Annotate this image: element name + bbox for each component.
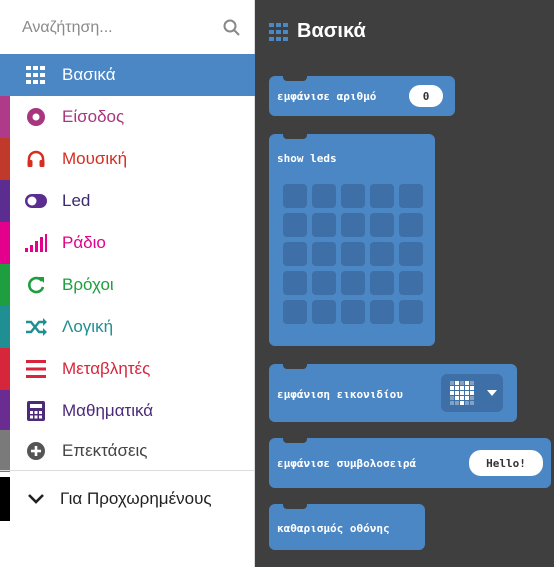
toolbox: Αναζήτηση... Βασικά Είσοδος Μουσική Led … bbox=[0, 0, 255, 567]
led-cell[interactable] bbox=[399, 271, 423, 295]
number-value: 0 bbox=[422, 89, 430, 103]
block-label: εμφάνισε αριθμό bbox=[277, 90, 377, 103]
category-label: Μουσική bbox=[62, 149, 128, 168]
refresh-icon bbox=[24, 273, 48, 297]
led-cell[interactable] bbox=[399, 242, 423, 266]
category-basic[interactable]: Βασικά bbox=[0, 54, 255, 96]
led-cell[interactable] bbox=[399, 184, 423, 208]
dropdown-arrow-icon bbox=[487, 390, 497, 396]
block-label: εμφάνιση εικονιδίου bbox=[277, 388, 403, 401]
category-logic[interactable]: Λογική bbox=[0, 306, 255, 348]
string-value: Hello! bbox=[486, 456, 526, 470]
led-cell[interactable] bbox=[312, 184, 336, 208]
led-cell[interactable] bbox=[399, 213, 423, 237]
led-cell[interactable] bbox=[341, 271, 365, 295]
show-icon-block[interactable]: εμφάνιση εικονιδίου bbox=[269, 363, 517, 422]
string-input[interactable]: Hello! bbox=[469, 450, 543, 476]
category-label: Μεταβλητές bbox=[62, 359, 151, 378]
led-cell[interactable] bbox=[312, 242, 336, 266]
flyout-header: Βασικά bbox=[269, 20, 366, 43]
category-label: Λογική bbox=[62, 317, 114, 336]
led-cell[interactable] bbox=[312, 213, 336, 237]
flyout-title: Βασικά bbox=[297, 20, 366, 42]
category-label: Επεκτάσεις bbox=[62, 441, 148, 460]
category-radio[interactable]: Ράδιο bbox=[0, 222, 255, 264]
led-cell[interactable] bbox=[283, 300, 307, 324]
led-cell[interactable] bbox=[283, 213, 307, 237]
block-notch bbox=[283, 133, 307, 139]
headphones-icon bbox=[24, 147, 48, 171]
clear-screen-block[interactable]: καθαρισμός οθόνης bbox=[269, 503, 425, 550]
plus-circle-icon bbox=[24, 439, 48, 463]
heart-icon bbox=[450, 381, 474, 405]
toggle-icon bbox=[24, 189, 48, 213]
led-cell[interactable] bbox=[341, 300, 365, 324]
led-cell[interactable] bbox=[341, 213, 365, 237]
category-label: Led bbox=[62, 191, 91, 210]
block-notch bbox=[283, 437, 307, 443]
led-cell[interactable] bbox=[283, 271, 307, 295]
advanced-toggle[interactable]: Για Προχωρημένους bbox=[0, 477, 255, 521]
category-label: Βασικά bbox=[62, 65, 116, 84]
category-label: Μαθηματικά bbox=[62, 401, 154, 420]
number-input[interactable]: 0 bbox=[409, 85, 443, 107]
grid-icon bbox=[269, 22, 288, 41]
show-number-block[interactable]: εμφάνισε αριθμό 0 bbox=[269, 75, 455, 116]
list-icon bbox=[24, 357, 48, 381]
category-label: Είσοδος bbox=[62, 107, 125, 126]
category-extensions[interactable]: Επεκτάσεις bbox=[0, 430, 255, 472]
led-cell[interactable] bbox=[370, 213, 394, 237]
advanced-label: Για Προχωρημένους bbox=[60, 489, 212, 508]
show-leds-block[interactable]: show leds bbox=[269, 133, 435, 346]
calculator-icon bbox=[24, 399, 48, 423]
led-cell[interactable] bbox=[399, 300, 423, 324]
block-flyout: Βασικά εμφάνισε αριθμό 0 show leds εμφάν… bbox=[255, 0, 554, 567]
shuffle-icon bbox=[24, 315, 48, 339]
block-label: καθαρισμός οθόνης bbox=[277, 522, 390, 535]
led-cell[interactable] bbox=[312, 271, 336, 295]
block-notch bbox=[283, 363, 307, 369]
grid-icon bbox=[24, 63, 48, 87]
input-icon bbox=[24, 105, 48, 129]
icon-dropdown[interactable] bbox=[441, 374, 503, 412]
category-input[interactable]: Είσοδος bbox=[0, 96, 255, 138]
chevron-down-icon bbox=[24, 487, 48, 511]
category-label: Ράδιο bbox=[62, 233, 106, 252]
signal-bars-icon bbox=[24, 231, 48, 255]
led-cell[interactable] bbox=[370, 271, 394, 295]
led-grid[interactable] bbox=[283, 184, 431, 332]
led-cell[interactable] bbox=[370, 300, 394, 324]
block-notch bbox=[283, 503, 307, 509]
search-box[interactable]: Αναζήτηση... bbox=[12, 8, 248, 48]
led-cell[interactable] bbox=[370, 184, 394, 208]
show-string-block[interactable]: εμφάνισε συμβολοσειρά Hello! bbox=[269, 437, 551, 488]
block-notch bbox=[283, 75, 307, 81]
led-cell[interactable] bbox=[370, 242, 394, 266]
category-math[interactable]: Μαθηματικά bbox=[0, 390, 255, 432]
led-cell[interactable] bbox=[341, 242, 365, 266]
category-music[interactable]: Μουσική bbox=[0, 138, 255, 180]
block-label: εμφάνισε συμβολοσειρά bbox=[277, 457, 417, 470]
led-cell[interactable] bbox=[312, 300, 336, 324]
led-cell[interactable] bbox=[283, 242, 307, 266]
search-icon[interactable] bbox=[222, 18, 242, 38]
category-variables[interactable]: Μεταβλητές bbox=[0, 348, 255, 390]
led-cell[interactable] bbox=[341, 184, 365, 208]
search-input[interactable]: Αναζήτηση... bbox=[22, 19, 222, 37]
category-led[interactable]: Led bbox=[0, 180, 255, 222]
led-cell[interactable] bbox=[283, 184, 307, 208]
category-label: Βρόχοι bbox=[62, 275, 114, 294]
category-loops[interactable]: Βρόχοι bbox=[0, 264, 255, 306]
block-label: show leds bbox=[277, 152, 337, 165]
divider bbox=[0, 470, 255, 471]
